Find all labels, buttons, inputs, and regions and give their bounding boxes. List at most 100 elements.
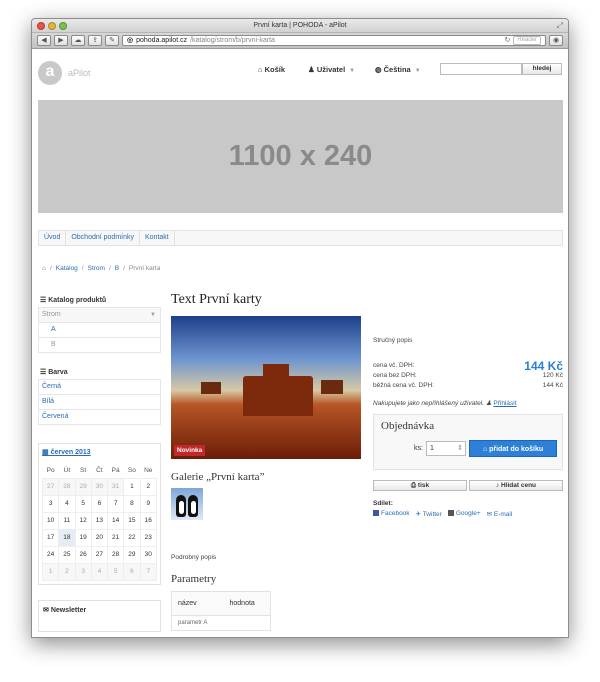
breadcrumb-strom[interactable]: Strom <box>88 265 105 272</box>
print-label: tisk <box>417 482 430 489</box>
calendar-day[interactable]: 5 <box>74 494 92 513</box>
breadcrumb-katalog[interactable]: Katalog <box>56 265 78 272</box>
watch-price-button[interactable]: ♪ Hlídat cenu <box>469 480 563 491</box>
share-googleplus[interactable]: Google+ <box>447 510 481 518</box>
tools-icon[interactable]: ✎ <box>105 35 119 46</box>
calendar-day[interactable]: 19 <box>74 528 92 547</box>
share-facebook[interactable]: Facebook <box>373 510 410 518</box>
calendar-day[interactable]: 14 <box>106 511 125 530</box>
print-button[interactable]: ⎙ tisk <box>373 480 467 491</box>
calendar-day[interactable]: 6 <box>123 562 141 581</box>
weekday: Čt <box>96 467 103 475</box>
quantity-stepper[interactable]: 1 <box>426 441 466 456</box>
reader-button[interactable]: Reader <box>513 36 541 45</box>
share-label: Sdílet: <box>373 500 393 507</box>
category-b[interactable]: B <box>38 338 161 353</box>
menu-item-obchodni-podminky[interactable]: Obchodní podmínky <box>66 230 140 246</box>
calendar-day[interactable]: 30 <box>90 477 109 496</box>
forward-button[interactable]: ▶ <box>54 35 68 46</box>
chevron-down-icon: ▼ <box>150 312 156 318</box>
calendar-day[interactable]: 4 <box>58 494 76 513</box>
calendar-day[interactable]: 27 <box>41 477 60 496</box>
icloud-icon[interactable]: ☁ <box>71 35 85 46</box>
browser-window: První karta | POHODA - aPilot ⤢ ◀ ▶ ☁ ⇪ … <box>31 18 569 638</box>
parameters-table: název hodnota parametr A <box>171 591 271 631</box>
zoom-window-button[interactable] <box>59 22 67 30</box>
calendar-day[interactable]: 31 <box>106 477 125 496</box>
calendar-day[interactable]: 29 <box>123 545 141 564</box>
calendar-day[interactable]: 11 <box>58 511 76 530</box>
calendar-day[interactable]: 27 <box>90 545 109 564</box>
logo-text[interactable]: aPilot <box>68 68 91 78</box>
calendar-day[interactable]: 7 <box>139 562 157 581</box>
search-button[interactable]: hledej <box>522 63 562 75</box>
calendar-month-link[interactable]: ▦ červen 2013 <box>42 448 157 456</box>
back-button[interactable]: ◀ <box>37 35 51 46</box>
color-cervena[interactable]: Červená <box>38 410 161 425</box>
cart-link[interactable]: ⌂ Košík <box>258 65 285 74</box>
calendar-day[interactable]: 29 <box>74 477 92 496</box>
calendar-day[interactable]: 30 <box>139 545 157 564</box>
calendar-day[interactable]: 6 <box>90 494 109 513</box>
calendar-day[interactable]: 2 <box>58 562 76 581</box>
calendar-day[interactable]: 2 <box>139 477 157 496</box>
calendar-day[interactable]: 28 <box>106 545 125 564</box>
fullscreen-icon[interactable]: ⤢ <box>557 19 563 33</box>
calendar-day[interactable]: 12 <box>74 511 92 530</box>
globe-icon: ◍ <box>375 65 384 74</box>
product-image[interactable]: Novinka <box>171 316 361 459</box>
login-link[interactable]: Přihlásit <box>493 400 516 407</box>
color-bila[interactable]: Bílá <box>38 395 161 410</box>
calendar-day-today[interactable]: 18 <box>58 528 76 547</box>
calendar-day[interactable]: 1 <box>41 562 60 581</box>
calendar-day[interactable]: 24 <box>41 545 60 564</box>
menu-item-uvod[interactable]: Úvod <box>39 230 67 246</box>
calendar-day[interactable]: 23 <box>139 528 157 547</box>
calendar-day[interactable]: 25 <box>58 545 76 564</box>
calendar-day[interactable]: 9 <box>139 494 157 513</box>
category-a[interactable]: A <box>38 323 161 338</box>
regular-price-label: běžná cena vč. DPH: <box>373 382 435 389</box>
search-input[interactable] <box>440 63 522 75</box>
share-icon[interactable]: ⇪ <box>88 35 102 46</box>
minimize-window-button[interactable] <box>48 22 56 30</box>
calendar-day[interactable]: 8 <box>123 494 141 513</box>
calendar-day[interactable]: 21 <box>106 528 125 547</box>
user-menu[interactable]: ♟ Uživatel ▼ <box>308 65 355 74</box>
facebook-icon <box>373 510 379 516</box>
add-to-cart-button[interactable]: ⌂ přidat do košíku <box>469 440 557 457</box>
logo-icon[interactable]: a <box>38 61 62 85</box>
calendar-day[interactable]: 13 <box>90 511 109 530</box>
calendar-day[interactable]: 7 <box>106 494 125 513</box>
calendar-day[interactable]: 17 <box>41 528 60 547</box>
calendar-day[interactable]: 20 <box>90 528 109 547</box>
calendar-day[interactable]: 1 <box>123 477 141 496</box>
share-twitter[interactable]: ✈ Twitter <box>416 510 442 518</box>
reload-icon[interactable]: ↻ <box>504 36 510 45</box>
home-icon[interactable]: ⌂ <box>42 265 46 272</box>
envelope-icon: ✉ <box>486 511 494 518</box>
gallery-thumbnail[interactable] <box>171 488 203 520</box>
calendar-day[interactable]: 10 <box>41 511 60 530</box>
address-bar[interactable]: ◎ pohoda.apilot.cz/katalog/strom/b/prvni… <box>122 35 546 46</box>
calendar-day[interactable]: 28 <box>58 477 76 496</box>
downloads-icon[interactable]: ◉ <box>549 35 563 46</box>
breadcrumb-b[interactable]: B <box>115 265 119 272</box>
calendar-day[interactable]: 22 <box>123 528 141 547</box>
menu-item-kontakt[interactable]: Kontakt <box>140 230 175 246</box>
calendar-day[interactable]: 15 <box>123 511 141 530</box>
language-menu[interactable]: ◍ Čeština ▼ <box>375 65 421 74</box>
close-window-button[interactable] <box>37 22 45 30</box>
share-email[interactable]: ✉ E-mail <box>487 510 513 518</box>
list-icon: ☰ <box>40 369 49 376</box>
watch-price-label: Hlídat cenu <box>501 482 537 489</box>
calendar-day[interactable]: 3 <box>41 494 60 513</box>
color-cerna[interactable]: Černá <box>38 379 161 395</box>
category-strom[interactable]: Strom ▼ <box>38 307 161 323</box>
calendar-day[interactable]: 5 <box>106 562 125 581</box>
basket-icon: ⌂ <box>258 65 265 74</box>
calendar-day[interactable]: 26 <box>74 545 92 564</box>
calendar-day[interactable]: 16 <box>139 511 157 530</box>
calendar-day[interactable]: 3 <box>74 562 92 581</box>
calendar-day[interactable]: 4 <box>90 562 109 581</box>
